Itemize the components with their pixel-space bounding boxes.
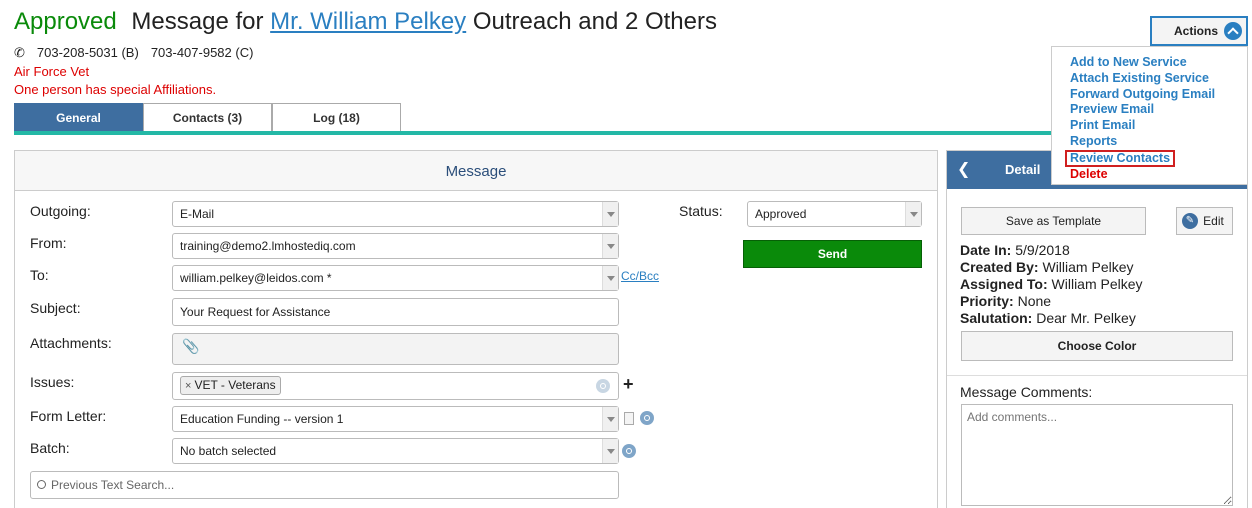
attachments-label: Attachments: — [30, 335, 112, 351]
menu-preview-email[interactable]: Preview Email — [1070, 102, 1247, 118]
vet-note: Air Force Vet — [14, 64, 90, 79]
batch-select[interactable]: No batch selected — [172, 438, 619, 464]
form-letter-label: Form Letter: — [30, 408, 107, 424]
date-in-label: Date In: — [960, 242, 1012, 258]
menu-attach-existing-service[interactable]: Attach Existing Service — [1070, 71, 1247, 87]
affiliation-note: One person has special Affiliations. — [14, 82, 217, 97]
paperclip-icon[interactable]: 📎 — [182, 338, 199, 354]
to-label: To: — [30, 267, 49, 283]
form-letter-value: Education Funding -- version 1 — [180, 412, 344, 426]
batch-value: No batch selected — [180, 444, 277, 458]
issue-tag-label: VET - Veterans — [194, 378, 276, 392]
status-label: Status: — [679, 203, 723, 219]
save-as-template-button[interactable]: Save as Template — [961, 207, 1146, 235]
message-panel: Message Outgoing: E-Mail From: training@… — [14, 150, 938, 508]
menu-print-email[interactable]: Print Email — [1070, 118, 1247, 134]
pencil-icon: ✎ — [1182, 213, 1198, 229]
assigned-to-label: Assigned To: — [960, 276, 1048, 292]
issue-tag[interactable]: × VET - Veterans — [180, 376, 281, 395]
to-value: william.pelkey@leidos.com * — [180, 271, 332, 285]
from-select[interactable]: training@demo2.lmhostediq.com — [172, 233, 619, 259]
send-button[interactable]: Send — [743, 240, 922, 268]
search-icon[interactable] — [622, 444, 636, 458]
created-by-row: Created By: William Pelkey — [960, 259, 1134, 275]
search-icon[interactable] — [640, 411, 654, 425]
salutation-row: Salutation: Dear Mr. Pelkey — [960, 310, 1136, 326]
priority-value: None — [1017, 293, 1052, 309]
subject-input[interactable]: Your Request for Assistance — [172, 298, 619, 326]
tab-contacts[interactable]: Contacts (3) — [143, 103, 272, 131]
assigned-to-row: Assigned To: William Pelkey — [960, 276, 1143, 292]
subject-label: Subject: — [30, 300, 81, 316]
search-icon[interactable] — [596, 379, 610, 393]
menu-review-contacts[interactable]: Review Contacts — [1065, 149, 1176, 167]
batch-label: Batch: — [30, 440, 70, 456]
date-in-row: Date In: 5/9/2018 — [960, 242, 1070, 258]
remove-tag-icon[interactable]: × — [185, 380, 191, 392]
from-label: From: — [30, 235, 67, 251]
actions-label: Actions — [1174, 24, 1219, 38]
menu-reports[interactable]: Reports — [1070, 134, 1247, 150]
chevron-down-icon — [602, 439, 618, 463]
tab-log[interactable]: Log (18) — [272, 103, 401, 131]
edit-button[interactable]: ✎ Edit — [1176, 207, 1233, 235]
edit-label: Edit — [1203, 214, 1224, 228]
form-letter-select[interactable]: Education Funding -- version 1 — [172, 406, 619, 432]
issues-field[interactable]: × VET - Veterans — [172, 372, 619, 400]
chevron-left-icon[interactable]: ❮ — [957, 151, 970, 189]
priority-row: Priority: None — [960, 293, 1051, 309]
issues-label: Issues: — [30, 374, 75, 390]
message-comments-label: Message Comments: — [960, 384, 1093, 400]
phone-business: 703-208-5031 (B) — [36, 45, 139, 60]
status-value: Approved — [755, 207, 807, 221]
title-prefix: Message for — [131, 8, 264, 35]
menu-forward-outgoing-email[interactable]: Forward Outgoing Email — [1070, 87, 1247, 103]
previous-text-search-placeholder: Previous Text Search... — [51, 478, 175, 492]
phone-cell: 703-407-9582 (C) — [150, 45, 254, 60]
outgoing-value: E-Mail — [180, 207, 215, 221]
title-suffix: Outreach and 2 Others — [472, 8, 717, 35]
contact-name-link[interactable]: Mr. William Pelkey — [270, 8, 466, 35]
menu-add-to-new-service[interactable]: Add to New Service — [1070, 55, 1247, 71]
chevron-down-icon — [905, 202, 921, 226]
to-select[interactable]: william.pelkey@leidos.com * — [172, 265, 619, 291]
status-select[interactable]: Approved — [747, 201, 922, 227]
message-header: Message — [15, 151, 937, 191]
search-icon — [37, 480, 46, 489]
previous-text-search-input[interactable]: Previous Text Search... — [30, 471, 619, 499]
status-title: Approved — [14, 8, 117, 35]
chevron-down-icon — [602, 407, 618, 431]
created-by-value: William Pelkey — [1042, 259, 1134, 275]
page-title: Approved Message for Mr. William Pelkey … — [14, 8, 717, 36]
created-by-label: Created By: — [960, 259, 1039, 275]
divider — [947, 375, 1247, 376]
from-value: training@demo2.lmhostediq.com — [180, 239, 356, 253]
chevron-up-icon — [1224, 22, 1242, 40]
attachments-field[interactable]: 📎 — [172, 333, 619, 365]
date-in-value: 5/9/2018 — [1015, 242, 1070, 258]
assigned-to-value: William Pelkey — [1051, 276, 1143, 292]
message-comments-input[interactable] — [961, 404, 1233, 506]
chevron-down-icon — [602, 234, 618, 258]
menu-delete[interactable]: Delete — [1070, 167, 1247, 183]
document-icon[interactable] — [624, 412, 634, 425]
tab-bar: General Contacts (3) Log (18) — [14, 103, 401, 131]
choose-color-button[interactable]: Choose Color — [961, 331, 1233, 361]
chevron-down-icon — [602, 202, 618, 226]
actions-menu: Add to New Service Attach Existing Servi… — [1051, 46, 1248, 185]
ccbcc-link[interactable]: Cc/Bcc — [621, 269, 659, 283]
salutation-value: Dear Mr. Pelkey — [1036, 310, 1136, 326]
chevron-down-icon — [602, 266, 618, 290]
actions-button[interactable]: Actions — [1150, 16, 1248, 46]
tab-general[interactable]: General — [14, 103, 143, 131]
add-issue-icon[interactable]: + — [623, 374, 634, 395]
priority-label: Priority: — [960, 293, 1014, 309]
detail-title: Detail — [1005, 162, 1041, 177]
phone-numbers: ✆ 703-208-5031 (B) 703-407-9582 (C) — [14, 45, 265, 61]
outgoing-select[interactable]: E-Mail — [172, 201, 619, 227]
detail-panel: ❮ Detail Save as Template ✎ Edit Date In:… — [946, 150, 1248, 508]
phone-icon: ✆ — [14, 45, 25, 60]
salutation-label: Salutation: — [960, 310, 1033, 326]
outgoing-label: Outgoing: — [30, 203, 91, 219]
